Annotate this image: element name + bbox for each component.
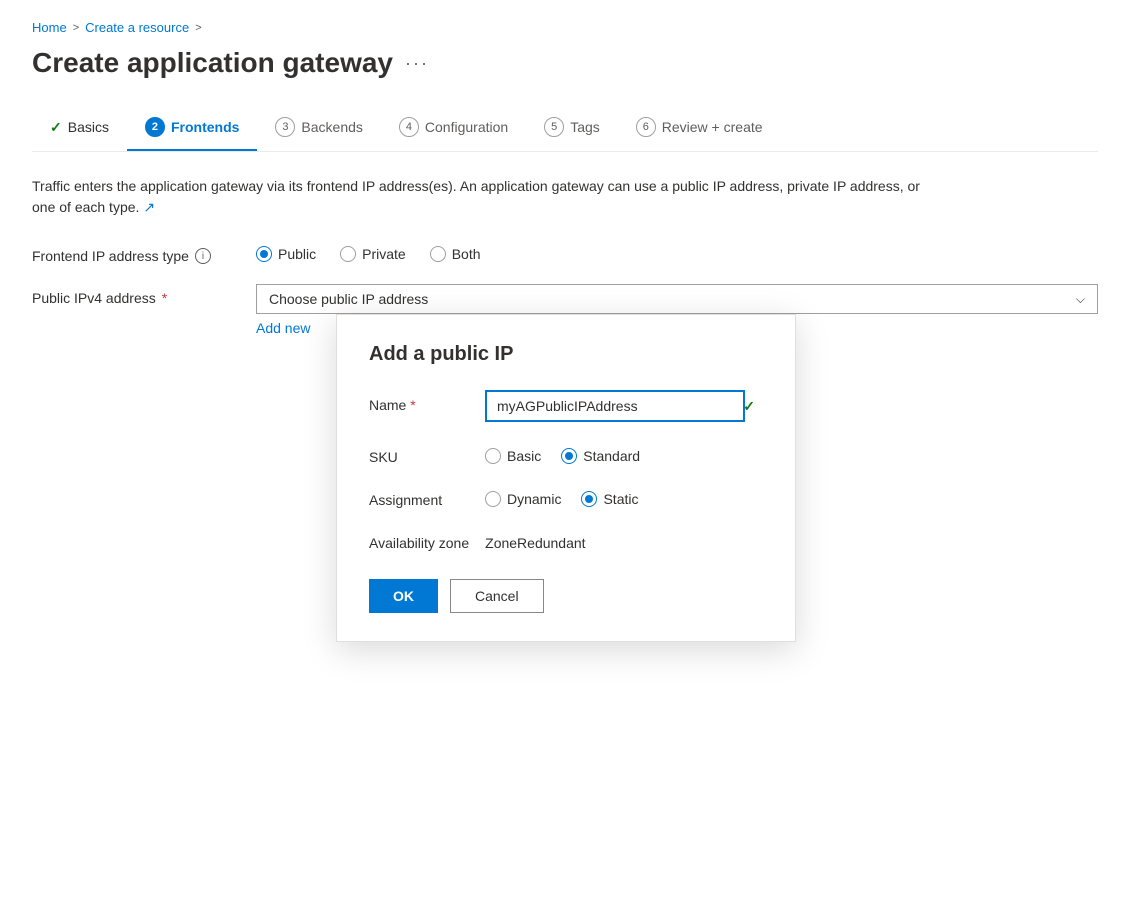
modal-title: Add a public IP (369, 343, 763, 366)
tab-backends[interactable]: 3 Backends (257, 107, 380, 151)
assignment-dynamic-label: Dynamic (507, 491, 561, 507)
assignment-radio-static[interactable]: Static (581, 491, 638, 507)
modal-assignment-row: Assignment Dynamic (369, 485, 763, 508)
name-input-wrapper: ✓ (485, 390, 763, 422)
breadcrumb-sep1: > (73, 22, 79, 34)
sku-radio-standard[interactable]: Standard (561, 448, 640, 464)
tab-basics[interactable]: ✓ Basics (32, 109, 127, 150)
tab-config-number: 4 (399, 117, 419, 137)
name-input-check-icon: ✓ (743, 398, 755, 415)
public-ipv4-required: * (162, 290, 167, 306)
radio-public-label: Public (278, 246, 316, 262)
add-public-ip-modal: Add a public IP Name * ✓ (336, 314, 796, 642)
dynamic-circle (485, 491, 501, 507)
breadcrumb-home[interactable]: Home (32, 20, 67, 35)
sku-standard-label: Standard (583, 448, 640, 464)
tab-review-create-label: Review + create (662, 119, 763, 135)
radio-private-circle (340, 246, 356, 262)
tab-backends-label: Backends (301, 119, 362, 135)
modal-sku-row: SKU Basic (369, 442, 763, 465)
modal-cancel-button[interactable]: Cancel (450, 579, 544, 613)
modal-availability-controls: ZoneRedundant (485, 528, 763, 551)
static-dot (585, 495, 593, 503)
radio-public-dot (260, 250, 268, 258)
radio-private-label: Private (362, 246, 406, 262)
modal-availability-label: Availability zone (369, 528, 469, 551)
assignment-radio-group: Dynamic Static (485, 485, 763, 507)
tab-frontends-label: Frontends (171, 119, 239, 135)
tab-tags-number: 5 (544, 117, 564, 137)
tab-frontends[interactable]: 2 Frontends (127, 107, 257, 151)
modal-footer: OK Cancel (369, 579, 763, 613)
breadcrumb-create-resource[interactable]: Create a resource (85, 20, 189, 35)
breadcrumb-sep2: > (195, 22, 201, 34)
radio-both[interactable]: Both (430, 246, 481, 262)
sku-radio-group: Basic Standard (485, 442, 763, 464)
availability-value: ZoneRedundant (485, 528, 763, 551)
modal-name-label: Name * (369, 390, 469, 413)
modal-name-row: Name * ✓ (369, 390, 763, 422)
modal-sku-controls: Basic Standard (485, 442, 763, 464)
sku-basic-circle (485, 448, 501, 464)
page-title: Create application gateway (32, 47, 393, 79)
ellipsis-button[interactable]: ··· (405, 53, 429, 74)
breadcrumb: Home > Create a resource > (32, 20, 1098, 35)
tab-tags-label: Tags (570, 119, 600, 135)
assignment-static-label: Static (603, 491, 638, 507)
frontend-ip-label: Frontend IP address type i (32, 242, 232, 264)
modal-name-controls: ✓ (485, 390, 763, 422)
radio-public-circle (256, 246, 272, 262)
radio-public[interactable]: Public (256, 246, 316, 262)
modal-assignment-label: Assignment (369, 485, 469, 508)
basics-check-icon: ✓ (50, 119, 62, 136)
frontend-ip-type-row: Frontend IP address type i Public Privat… (32, 242, 1098, 264)
public-ipv4-row: Public IPv4 address * Choose public IP a… (32, 284, 1098, 336)
frontend-ip-radio-group: Public Private Both (256, 242, 1098, 262)
sku-radio-basic[interactable]: Basic (485, 448, 541, 464)
static-circle (581, 491, 597, 507)
description-link[interactable]: ↗ (143, 199, 155, 215)
name-input[interactable] (485, 390, 745, 422)
modal-sku-label: SKU (369, 442, 469, 465)
dropdown-chevron-icon: ⌵ (1076, 292, 1085, 307)
tab-frontends-number: 2 (145, 117, 165, 137)
public-ipv4-controls: Choose public IP address ⌵ Add new Add a… (256, 284, 1098, 336)
assignment-radio-dynamic[interactable]: Dynamic (485, 491, 561, 507)
dropdown-placeholder: Choose public IP address (269, 291, 428, 307)
public-ipv4-label: Public IPv4 address * (32, 284, 232, 306)
tab-configuration-label: Configuration (425, 119, 508, 135)
tab-tags[interactable]: 5 Tags (526, 107, 618, 151)
page-title-row: Create application gateway ··· (32, 47, 1098, 79)
tab-basics-label: Basics (68, 119, 109, 135)
modal-name-required: * (410, 397, 415, 413)
radio-private[interactable]: Private (340, 246, 406, 262)
tab-backends-number: 3 (275, 117, 295, 137)
modal-overlay: Add new Add a public IP Name * ✓ (256, 314, 1098, 336)
tabs-container: ✓ Basics 2 Frontends 3 Backends 4 Config… (32, 107, 1098, 152)
modal-ok-button[interactable]: OK (369, 579, 438, 613)
modal-availability-row: Availability zone ZoneRedundant (369, 528, 763, 551)
tab-review-number: 6 (636, 117, 656, 137)
modal-assignment-controls: Dynamic Static (485, 485, 763, 507)
frontend-ip-controls: Public Private Both (256, 242, 1098, 262)
public-ip-dropdown[interactable]: Choose public IP address ⌵ (256, 284, 1098, 314)
sku-standard-dot (565, 452, 573, 460)
radio-both-circle (430, 246, 446, 262)
tab-configuration[interactable]: 4 Configuration (381, 107, 526, 151)
sku-standard-circle (561, 448, 577, 464)
frontend-ip-info-icon[interactable]: i (195, 248, 211, 264)
frontends-description: Traffic enters the application gateway v… (32, 176, 932, 218)
add-new-link[interactable]: Add new (256, 320, 310, 336)
tab-review-create[interactable]: 6 Review + create (618, 107, 781, 151)
sku-basic-label: Basic (507, 448, 541, 464)
radio-both-label: Both (452, 246, 481, 262)
